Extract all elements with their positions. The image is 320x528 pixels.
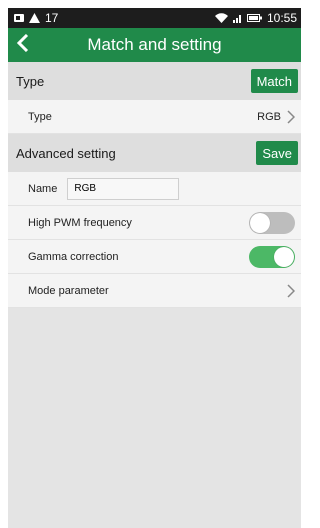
mode-parameter-row[interactable]: Mode parameter bbox=[8, 274, 301, 308]
pwm-toggle[interactable] bbox=[249, 211, 295, 234]
app-bar: Match and setting bbox=[8, 28, 301, 62]
gamma-toggle[interactable] bbox=[249, 245, 295, 268]
back-button[interactable] bbox=[8, 28, 38, 62]
sd-card-icon bbox=[14, 14, 24, 22]
name-label: Name bbox=[28, 182, 58, 195]
back-arrow-icon bbox=[16, 33, 29, 57]
wifi-icon bbox=[214, 13, 228, 23]
match-button[interactable]: Match bbox=[250, 69, 298, 93]
type-value: RGB bbox=[257, 110, 281, 123]
mode-parameter-label: Mode parameter bbox=[28, 284, 109, 297]
type-section-title: Type bbox=[16, 73, 45, 89]
advanced-section-title: Advanced setting bbox=[16, 145, 116, 161]
toggle-knob bbox=[250, 212, 270, 233]
phone-screen: 17 10:55 Match and setting Type Match Ty bbox=[8, 8, 301, 528]
notification-count: 17 bbox=[45, 11, 59, 25]
status-bar: 17 10:55 bbox=[8, 8, 301, 28]
pwm-label: High PWM frequency bbox=[28, 216, 132, 229]
gamma-label: Gamma correction bbox=[28, 250, 119, 263]
name-row: Name bbox=[8, 172, 301, 206]
chevron-right-icon bbox=[287, 109, 295, 124]
gamma-row: Gamma correction bbox=[8, 240, 301, 274]
page-title: Match and setting bbox=[87, 35, 222, 54]
chevron-right-icon bbox=[287, 283, 295, 298]
toggle-knob bbox=[274, 246, 294, 267]
type-section-header: Type Match bbox=[8, 62, 301, 100]
advanced-section-header: Advanced setting Save bbox=[8, 134, 301, 172]
signal-icon bbox=[232, 14, 242, 23]
battery-icon bbox=[246, 14, 262, 22]
type-row[interactable]: Type RGB bbox=[8, 100, 301, 134]
warning-icon bbox=[29, 13, 40, 23]
pwm-row: High PWM frequency bbox=[8, 206, 301, 240]
type-label: Type bbox=[28, 110, 52, 123]
clock: 10:55 bbox=[266, 11, 297, 25]
name-input[interactable] bbox=[67, 177, 180, 200]
save-button[interactable]: Save bbox=[256, 141, 298, 165]
